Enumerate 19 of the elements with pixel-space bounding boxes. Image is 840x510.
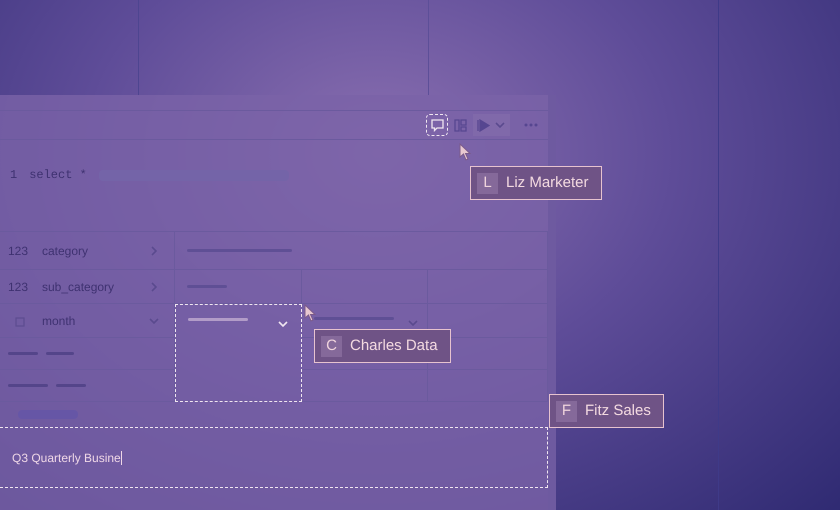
run-button[interactable] [473, 114, 510, 136]
title-input[interactable]: Q3 Quarterly Busine [0, 427, 548, 488]
selected-cell[interactable] [175, 304, 302, 402]
input-value: Q3 Quarterly Busine [12, 450, 121, 466]
layout-icon[interactable] [454, 118, 467, 132]
comment-icon [430, 118, 444, 132]
collaborator-name: Liz Marketer [506, 172, 589, 193]
comment-button[interactable] [426, 114, 448, 136]
pointer-cursor-icon [304, 304, 318, 322]
collaborator-initial: F [556, 400, 577, 422]
collaborator-name: Fitz Sales [585, 400, 651, 421]
text-caret [120, 450, 122, 464]
pointer-cursor-icon [459, 143, 473, 161]
play-icon [477, 118, 490, 132]
collaborator-initial: L [477, 172, 498, 194]
collaborator-name: Charles Data [350, 336, 438, 356]
more-icon[interactable] [524, 123, 538, 127]
placeholder-bar [188, 318, 248, 321]
collaborator-initial: C [321, 336, 342, 356]
